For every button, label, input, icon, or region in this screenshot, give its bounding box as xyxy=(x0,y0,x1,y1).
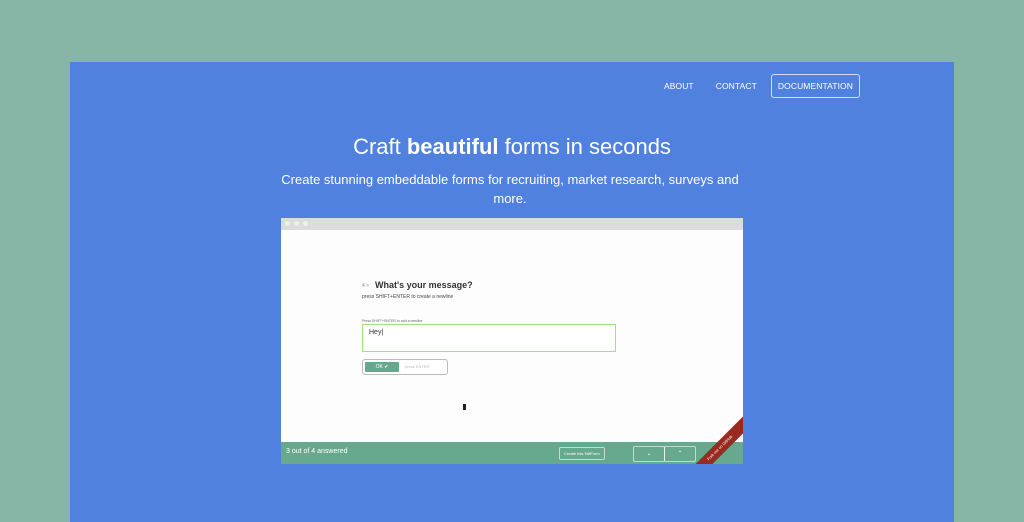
browser-chrome xyxy=(281,218,743,230)
question-number: 4 > xyxy=(362,283,370,289)
ok-hint: press ENTER xyxy=(405,364,430,369)
window-dot-icon xyxy=(285,221,290,226)
top-nav: ABOUT CONTACT DOCUMENTATION xyxy=(642,74,860,98)
field-label: Press SHIFT+ENTER to add a newline xyxy=(362,319,423,323)
window-dot-icon xyxy=(294,221,299,226)
ok-group: OK ✔ press ENTER xyxy=(362,359,448,375)
browser-mockup: 4 > What's your message? press SHIFT+ENT… xyxy=(281,218,743,464)
next-question-button[interactable]: ⌄ xyxy=(633,446,665,462)
question-title: What's your message? xyxy=(375,280,473,290)
prev-question-button[interactable]: ⌃ xyxy=(664,446,696,462)
hero-panel: ABOUT CONTACT DOCUMENTATION Craft beauti… xyxy=(70,62,954,522)
question-hint: press SHIFT+ENTER to create a newline xyxy=(362,294,454,300)
hero-subtitle: Create stunning embeddable forms for rec… xyxy=(281,172,739,206)
ok-button[interactable]: OK ✔ xyxy=(365,362,399,372)
create-form-button[interactable]: Create this TailForm xyxy=(559,447,605,460)
nav-about[interactable]: ABOUT xyxy=(664,81,694,91)
progress-status: 3 out of 4 answered xyxy=(286,448,348,455)
form-footer: 3 out of 4 answered Create this TailForm… xyxy=(281,411,743,464)
hero-title: Craft beautiful forms in seconds xyxy=(353,134,671,159)
window-dot-icon xyxy=(303,221,308,226)
nav-documentation-button[interactable]: DOCUMENTATION xyxy=(770,74,860,98)
form-content: 4 > What's your message? press SHIFT+ENT… xyxy=(281,230,743,442)
mouse-cursor-icon xyxy=(463,404,466,410)
message-textarea[interactable]: Hey| xyxy=(362,324,616,352)
nav-contact[interactable]: CONTACT xyxy=(716,81,757,91)
